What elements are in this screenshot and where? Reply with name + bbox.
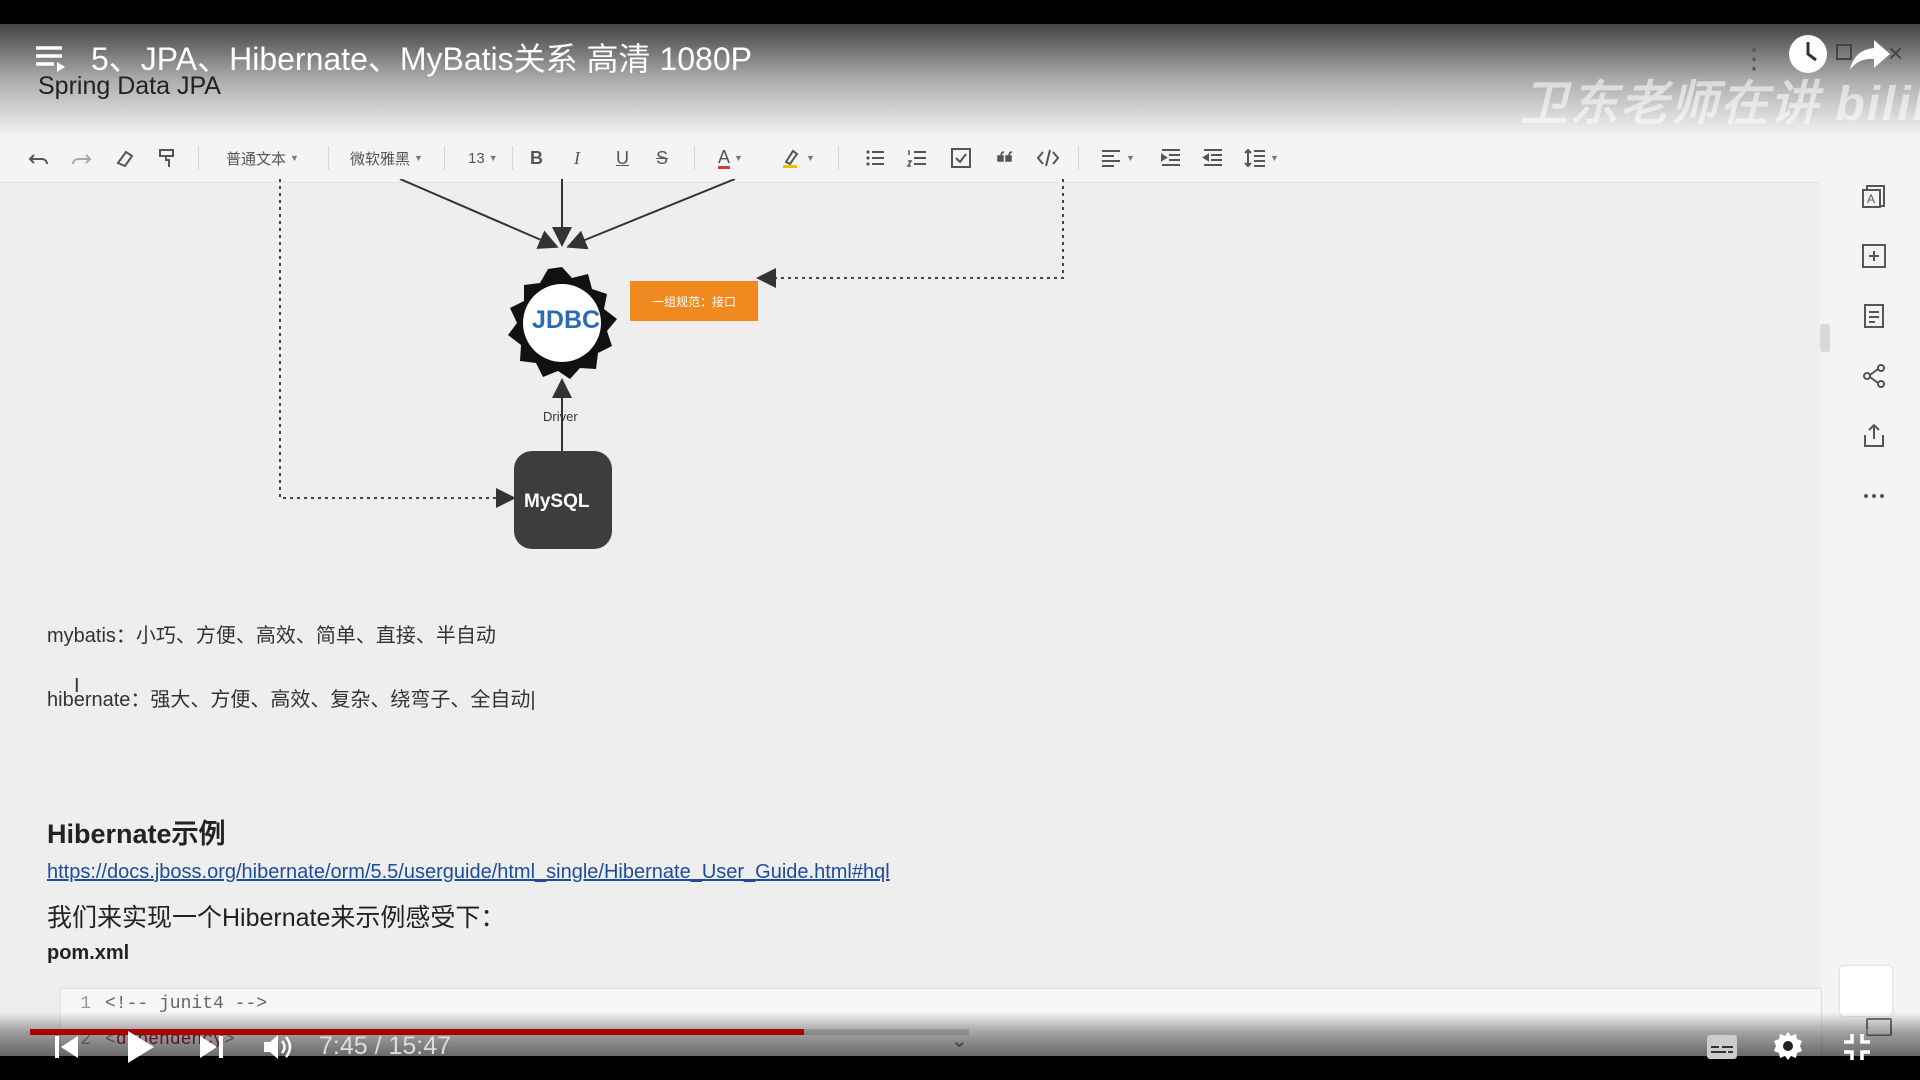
settings-icon[interactable] xyxy=(1772,1030,1804,1062)
hibernate-line-text: hibernate：强大、方便、高效、复杂、绕弯子、全自动 xyxy=(47,689,531,711)
export-icon[interactable] xyxy=(1860,422,1888,450)
highlight-button[interactable]: ▼ xyxy=(780,144,815,172)
highlighter-icon xyxy=(783,149,799,168)
channel-logo-icon xyxy=(1840,966,1892,1016)
more-icon[interactable] xyxy=(1860,482,1888,510)
font-size-label: 13 xyxy=(468,149,485,167)
strikethrough-label: S xyxy=(656,147,669,168)
underline-label: U xyxy=(616,147,629,168)
caret-cursor: | xyxy=(530,689,536,711)
prev-icon[interactable] xyxy=(52,1032,82,1062)
file-label: pom.xml xyxy=(47,942,130,964)
subtitles-icon[interactable] xyxy=(1706,1034,1738,1060)
font-color-label: A xyxy=(718,146,731,169)
line-height-icon xyxy=(1244,148,1265,168)
hibernate-guide-link[interactable]: https://docs.jboss.org/hibernate/orm/5.5… xyxy=(47,861,890,884)
chevron-down-icon: ▼ xyxy=(734,153,743,163)
restore-icon[interactable] xyxy=(1836,44,1852,60)
mysql-label: MySQL xyxy=(524,491,590,512)
driver-label: Driver xyxy=(543,409,578,424)
chevron-down-icon: ▼ xyxy=(1126,153,1135,163)
font-color-button[interactable]: A ▼ xyxy=(718,144,743,172)
share-arrow-icon[interactable] xyxy=(1848,34,1892,74)
align-button[interactable]: ▼ xyxy=(1100,144,1135,172)
text-style-icon[interactable]: A xyxy=(1860,182,1888,210)
chevron-down-icon: ▼ xyxy=(414,153,423,163)
numbered-list-icon[interactable] xyxy=(906,144,928,172)
chevron-down-icon: ▼ xyxy=(1270,153,1279,163)
section-heading: Hibernate示例 xyxy=(47,819,226,849)
eraser-icon[interactable] xyxy=(114,144,136,172)
editor-toolbar: 普通文本 ▼ 微软雅黑 ▼ 13 ▼ B I U S A ▼ ▼ ▼ ▼ xyxy=(0,134,1820,183)
hibernate-line: hibernate：强大、方便、高效、复杂、绕弯子、全自动| xyxy=(47,683,536,712)
right-side-panel: A xyxy=(1820,134,1920,1056)
bullet-list-icon[interactable] xyxy=(864,144,886,172)
svg-text:A: A xyxy=(1867,192,1875,206)
italic-button[interactable]: I xyxy=(574,144,580,172)
insert-icon[interactable] xyxy=(1860,242,1888,270)
redo-icon[interactable] xyxy=(70,144,92,172)
underline-button[interactable]: U xyxy=(616,144,629,172)
bold-label: B xyxy=(530,147,543,168)
time-display: 7:45 / 15:47 xyxy=(319,1032,452,1060)
watermark: 卫东老师在讲 bilibili xyxy=(1520,78,1920,131)
arrow-left xyxy=(399,179,559,249)
code-text: <!-- junit4 --> xyxy=(105,994,268,1014)
channel-name[interactable]: Spring Data JPA xyxy=(38,72,221,101)
outdent-icon[interactable] xyxy=(1202,144,1224,172)
more-options-icon[interactable]: ⋮ xyxy=(1740,42,1768,75)
line-number: 1 xyxy=(80,994,91,1014)
scrollbar-thumb[interactable] xyxy=(1820,324,1830,352)
line-height-button[interactable]: ▼ xyxy=(1244,144,1279,172)
bold-button[interactable]: B xyxy=(530,144,543,172)
quote-icon[interactable] xyxy=(994,144,1016,172)
volume-icon[interactable] xyxy=(262,1032,296,1062)
font-family-dropdown[interactable]: 微软雅黑 ▼ xyxy=(350,144,423,172)
close-icon[interactable]: × xyxy=(1888,38,1903,69)
font-size-dropdown[interactable]: 13 ▼ xyxy=(468,144,498,172)
italic-label: I xyxy=(574,147,580,168)
share-icon[interactable] xyxy=(1860,362,1888,390)
paragraph-style-dropdown[interactable]: 普通文本 ▼ xyxy=(226,144,299,172)
arrow-right xyxy=(566,179,736,250)
chevron-down-icon[interactable]: ⌄ xyxy=(951,1028,968,1053)
undo-icon[interactable] xyxy=(28,144,50,172)
paragraph-style-label: 普通文本 xyxy=(226,150,287,168)
dotted-connector-left xyxy=(279,179,516,508)
chevron-down-icon: ▼ xyxy=(488,153,498,163)
checklist-icon[interactable] xyxy=(950,144,972,172)
outline-icon[interactable] xyxy=(1860,302,1888,330)
exit-fullscreen-icon[interactable] xyxy=(1842,1032,1872,1062)
jdbc-label: JDBC xyxy=(532,306,601,334)
align-left-icon xyxy=(1102,150,1120,167)
play-icon[interactable] xyxy=(122,1028,158,1066)
strikethrough-button[interactable]: S xyxy=(656,144,668,172)
dotted-connector-right xyxy=(756,179,1064,288)
font-family-label: 微软雅黑 xyxy=(350,150,411,168)
code-icon[interactable] xyxy=(1036,144,1060,172)
format-painter-icon[interactable] xyxy=(156,144,178,172)
chevron-down-icon: ▼ xyxy=(806,153,815,163)
video-frame: 普通文本 ▼ 微软雅黑 ▼ 13 ▼ B I U S A ▼ ▼ ▼ ▼ A J… xyxy=(0,24,1920,1056)
chevron-down-icon: ▼ xyxy=(290,153,299,163)
jdbc-spec-tag: 一组规范：接口 xyxy=(630,281,758,321)
next-icon[interactable] xyxy=(196,1032,226,1062)
indent-icon[interactable] xyxy=(1160,144,1182,172)
mybatis-line: mybatis：小巧、方便、高效、简单、直接、半自动 xyxy=(47,625,496,647)
clock-icon[interactable] xyxy=(1786,32,1830,76)
intro-paragraph: 我们来实现一个Hibernate来示例感受下： xyxy=(47,904,506,932)
